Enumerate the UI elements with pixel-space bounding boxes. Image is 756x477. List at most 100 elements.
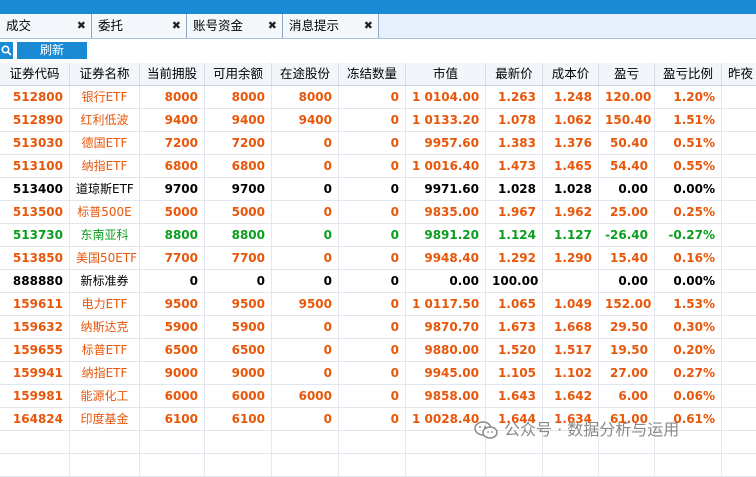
tab-label: 委托 — [98, 18, 124, 33]
table-row[interactable]: 159981 能源化工 6000 6000 6000 0 9858.00 1.643 1.642… — [0, 385, 756, 408]
header-transit[interactable]: 在途股份 — [272, 63, 339, 85]
cell-available: 6800 — [205, 155, 272, 177]
cell-code: 513850 — [0, 247, 70, 269]
toolbar: 刷新 — [0, 39, 756, 63]
cell-name: 标普ETF — [70, 339, 140, 361]
cell-hold: 6000 — [140, 385, 205, 407]
table-row[interactable]: 888880 新标准券 0 0 0 0 0.00 100.00 0.00 0.00% — [0, 270, 756, 293]
cell-frozen: 0 — [339, 293, 406, 315]
table-row[interactable]: 513100 纳指ETF 6800 6800 0 0 1 0016.40 1.473 1.465… — [0, 155, 756, 178]
table-row[interactable]: 513030 德国ETF 7200 7200 0 0 9957.60 1.383 1.376 50… — [0, 132, 756, 155]
cell-pnl-pct: 1.51% — [655, 109, 722, 131]
cell-code: 159655 — [0, 339, 70, 361]
cell-transit: 0 — [272, 270, 339, 292]
cell-frozen: 0 — [339, 224, 406, 246]
cell-cost-price: 1.290 — [543, 247, 599, 269]
cell-frozen: 0 — [339, 408, 406, 430]
cell-pnl: 0.00 — [599, 178, 655, 200]
table-row[interactable]: 159655 标普ETF 6500 6500 0 0 9880.00 1.520 1.517 19… — [0, 339, 756, 362]
table-row[interactable]: 512890 红利低波 9400 9400 9400 0 1 0133.20 1.078 1.0… — [0, 109, 756, 132]
table-row[interactable]: 513400 道琼斯ETF 9700 9700 0 0 9971.60 1.028 1.028 0… — [0, 178, 756, 201]
cell-prev — [722, 224, 756, 246]
cell-available: 7200 — [205, 132, 272, 154]
header-last-price[interactable]: 最新价 — [486, 63, 543, 85]
cell-pnl — [599, 454, 655, 476]
refresh-button[interactable]: 刷新 — [17, 42, 87, 59]
header-cost-price[interactable]: 成本价 — [543, 63, 599, 85]
cell-pnl-pct — [655, 454, 722, 476]
tab-account-funds[interactable]: 账号资金 ✖ — [187, 14, 283, 38]
cell-pnl: 150.40 — [599, 109, 655, 131]
cell-cost-price: 1.102 — [543, 362, 599, 384]
cell-cost-price: 1.517 — [543, 339, 599, 361]
table-row[interactable]: 159611 电力ETF 9500 9500 9500 0 1 0117.50 1.065 1.… — [0, 293, 756, 316]
header-pnl[interactable]: 盈亏 — [599, 63, 655, 85]
search-button[interactable] — [0, 42, 13, 59]
close-icon[interactable]: ✖ — [268, 14, 277, 38]
cell-frozen — [339, 431, 406, 453]
tab-messages[interactable]: 消息提示 ✖ — [283, 14, 379, 38]
cell-code: 159981 — [0, 385, 70, 407]
table-row[interactable] — [0, 454, 756, 477]
cell-pnl-pct: 0.30% — [655, 316, 722, 338]
close-icon[interactable]: ✖ — [364, 14, 373, 38]
cell-pnl-pct: 0.16% — [655, 247, 722, 269]
wechat-icon — [474, 421, 498, 439]
cell-hold: 8000 — [140, 86, 205, 108]
cell-transit: 0 — [272, 408, 339, 430]
header-prev[interactable]: 昨夜 — [722, 63, 756, 85]
cell-frozen: 0 — [339, 339, 406, 361]
cell-prev — [722, 339, 756, 361]
cell-available: 8800 — [205, 224, 272, 246]
cell-prev — [722, 385, 756, 407]
table-row[interactable]: 159941 纳指ETF 9000 9000 0 0 9945.00 1.105 1.102 27… — [0, 362, 756, 385]
table-row[interactable]: 159632 纳斯达克 5900 5900 0 0 9870.70 1.673 1.668 29.… — [0, 316, 756, 339]
table-row[interactable]: 513850 美国50ETF 7700 7700 0 0 9948.40 1.292 1.290… — [0, 247, 756, 270]
cell-pnl-pct: 0.00% — [655, 270, 722, 292]
cell-name: 电力ETF — [70, 293, 140, 315]
cell-prev — [722, 408, 756, 430]
cell-available: 6500 — [205, 339, 272, 361]
header-frozen[interactable]: 冻结数量 — [339, 63, 406, 85]
cell-hold: 7700 — [140, 247, 205, 269]
cell-last-price: 1.967 — [486, 201, 543, 223]
tab-label: 账号资金 — [193, 18, 244, 33]
cell-last-price: 1.124 — [486, 224, 543, 246]
cell-prev — [722, 431, 756, 453]
cell-pnl-pct: 0.27% — [655, 362, 722, 384]
header-code[interactable]: 证券代码 — [0, 63, 70, 85]
tab-trades[interactable]: 成交 ✖ — [0, 14, 92, 38]
cell-pnl-pct: -0.27% — [655, 224, 722, 246]
cell-pnl-pct: 0.20% — [655, 339, 722, 361]
table-row[interactable]: 513500 标普500E 5000 5000 0 0 9835.00 1.967 1.962 2… — [0, 201, 756, 224]
cell-code — [0, 454, 70, 476]
table-row[interactable]: 513730 东南亚科 8800 8800 0 0 9891.20 1.124 1.127 -26… — [0, 224, 756, 247]
cell-prev — [722, 293, 756, 315]
tab-orders[interactable]: 委托 ✖ — [92, 14, 187, 38]
header-available[interactable]: 可用余额 — [205, 63, 272, 85]
cell-name: 道琼斯ETF — [70, 178, 140, 200]
header-pnl-pct[interactable]: 盈亏比例 — [655, 63, 722, 85]
cell-hold — [140, 431, 205, 453]
cell-market-value: 9971.60 — [406, 178, 486, 200]
cell-cost-price: 1.668 — [543, 316, 599, 338]
header-hold[interactable]: 当前拥股 — [140, 63, 205, 85]
header-name[interactable]: 证券名称 — [70, 63, 140, 85]
table-row[interactable]: 512800 银行ETF 8000 8000 8000 0 1 0104.00 1.263 1.… — [0, 86, 756, 109]
close-icon[interactable]: ✖ — [172, 14, 181, 38]
cell-market-value: 1 0104.00 — [406, 86, 486, 108]
cell-pnl-pct: 0.00% — [655, 178, 722, 200]
cell-market-value: 9835.00 — [406, 201, 486, 223]
cell-transit: 6000 — [272, 385, 339, 407]
cell-code: 513030 — [0, 132, 70, 154]
cell-last-price: 1.520 — [486, 339, 543, 361]
cell-hold: 6100 — [140, 408, 205, 430]
cell-transit: 0 — [272, 155, 339, 177]
close-icon[interactable]: ✖ — [77, 14, 86, 38]
cell-code: 513100 — [0, 155, 70, 177]
cell-cost-price — [543, 270, 599, 292]
cell-available: 8000 — [205, 86, 272, 108]
header-market-value[interactable]: 市值 — [406, 63, 486, 85]
cell-name: 美国50ETF — [70, 247, 140, 269]
cell-cost-price: 1.028 — [543, 178, 599, 200]
